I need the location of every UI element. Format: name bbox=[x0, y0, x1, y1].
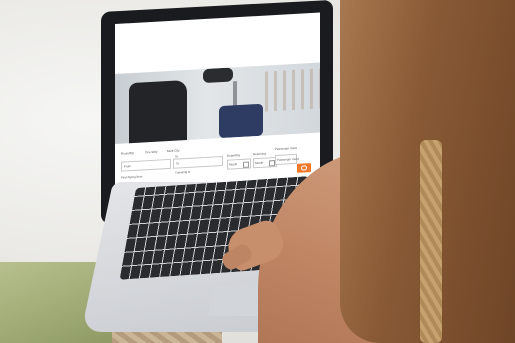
search-button[interactable] bbox=[297, 163, 311, 173]
returning-placeholder: Month bbox=[255, 160, 264, 166]
dress-strap bbox=[420, 140, 442, 343]
travelling-with-option[interactable]: Traveling w bbox=[175, 170, 190, 175]
trip-option-multi-city[interactable]: Multi-City bbox=[167, 148, 180, 153]
photo-scene: Roundtrip One-Way Multi-City To From To … bbox=[0, 0, 515, 343]
departing-date-input[interactable]: Month bbox=[227, 158, 251, 170]
returning-date-input[interactable]: Month bbox=[253, 156, 277, 169]
hero-image-travelers bbox=[115, 62, 320, 144]
trip-option-roundtrip[interactable]: Roundtrip bbox=[121, 151, 134, 156]
departing-label: Departing bbox=[227, 153, 241, 158]
departing-placeholder: Month bbox=[229, 162, 238, 167]
to-placeholder: To bbox=[176, 161, 180, 166]
passenger-select[interactable]: Passenger class bbox=[275, 153, 300, 166]
first-flying-option[interactable]: First Flying Item bbox=[121, 174, 142, 179]
background-crowd bbox=[265, 68, 320, 112]
traveler-arm bbox=[203, 67, 233, 84]
returning-label: Returning bbox=[253, 151, 267, 157]
to-input[interactable]: To bbox=[173, 155, 223, 169]
from-placeholder: From bbox=[124, 164, 131, 169]
calendar-icon[interactable] bbox=[243, 161, 249, 168]
trip-option-one-way[interactable]: One-Way bbox=[145, 150, 158, 155]
from-input[interactable]: From bbox=[121, 158, 171, 172]
traveler-silhouette bbox=[129, 79, 187, 144]
suitcase-handle bbox=[233, 81, 237, 108]
search-icon bbox=[301, 164, 307, 171]
passenger-value: Passenger class bbox=[277, 156, 300, 162]
suitcase bbox=[219, 103, 263, 139]
passenger-label: Passenger class bbox=[275, 145, 298, 152]
